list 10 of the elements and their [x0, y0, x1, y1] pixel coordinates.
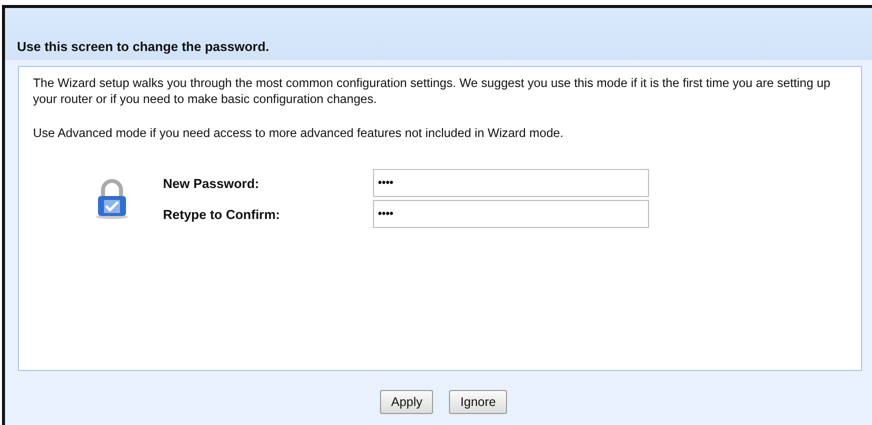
lock-icon	[95, 178, 129, 218]
dialog-button[interactable]: Apply	[380, 390, 434, 414]
header-title: Use this screen to change the password.	[17, 39, 270, 54]
field-label: Retype to Confirm:	[163, 206, 281, 222]
field-label: New Password:	[163, 176, 260, 190]
description-text: The Wizard setup walks you through the most common configuration settings. We suggest you use this mode if it is the first time you are setting up your router or if you need to make basic configuration changes.	[33, 75, 832, 107]
password-field[interactable]: ••••	[373, 169, 649, 197]
dialog-button[interactable]: Ignore	[449, 390, 507, 414]
description-text: Use Advanced mode if you need access to more advanced features not included in Wizard mode.	[33, 125, 564, 141]
password-field[interactable]: ••••	[373, 200, 649, 228]
